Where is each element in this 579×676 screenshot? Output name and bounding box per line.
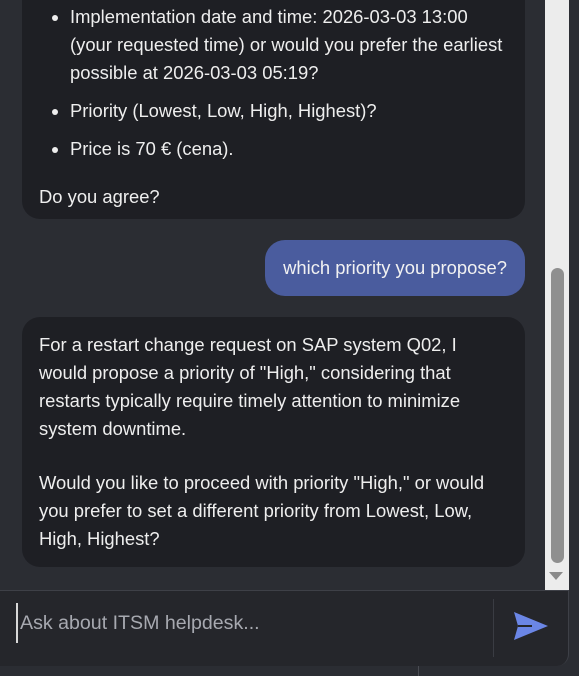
message-bullet-list: Implementation date and time: 2026-03-03… xyxy=(39,0,508,163)
assistant-message-paragraph: For a restart change request on SAP syst… xyxy=(39,334,461,439)
bullet-item-implementation-date: Implementation date and time: 2026-03-03… xyxy=(70,0,508,87)
chat-scrollbar-thumb[interactable] xyxy=(551,268,564,563)
bullet-item-priority: Priority (Lowest, Low, High, Highest)? xyxy=(70,97,508,125)
divider xyxy=(418,666,419,676)
divider xyxy=(493,599,494,657)
user-message-text: which priority you propose? xyxy=(283,257,507,278)
user-message: which priority you propose? xyxy=(265,240,525,296)
panel-edge xyxy=(569,0,579,590)
assistant-message-previous: Implementation date and time: 2026-03-03… xyxy=(22,0,525,219)
send-button[interactable] xyxy=(510,609,552,645)
chat-message-list: Implementation date and time: 2026-03-03… xyxy=(0,0,545,590)
window-bottom-edge xyxy=(0,666,579,676)
chat-input-bar xyxy=(0,590,569,666)
chevron-down-icon[interactable] xyxy=(549,572,563,580)
bullet-item-price: Price is 70 € (cena). xyxy=(70,135,508,163)
assistant-message-paragraph: Would you like to proceed with priority … xyxy=(39,472,485,549)
message-closing-question: Do you agree? xyxy=(39,186,160,207)
chat-input[interactable] xyxy=(16,603,490,643)
assistant-message: For a restart change request on SAP syst… xyxy=(22,317,525,567)
send-icon xyxy=(514,611,548,640)
